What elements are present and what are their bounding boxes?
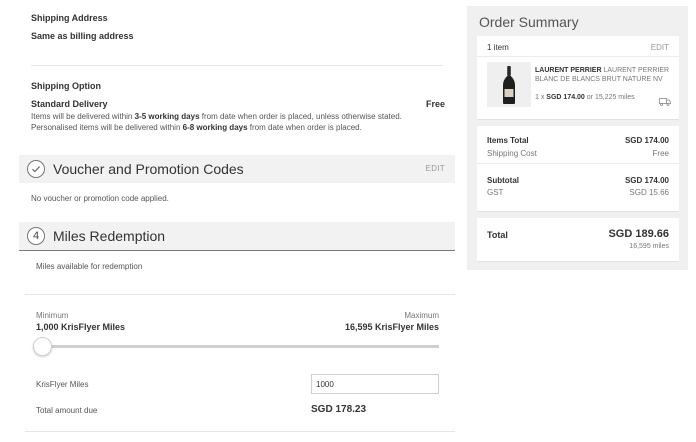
shipping-address-value: Same as billing address	[31, 31, 134, 41]
miles-available-label: Miles available for redemption	[36, 262, 143, 271]
shipping-price: Free	[425, 99, 445, 109]
step-number-badge: 4	[27, 227, 45, 245]
truck-icon	[659, 93, 671, 111]
slider-max-value: 16,595 KrisFlyer Miles	[344, 322, 439, 332]
voucher-status: No voucher or promotion code applied.	[31, 194, 169, 203]
slider-min-label: Minimum	[36, 311, 69, 320]
krisflyer-miles-input[interactable]	[311, 374, 439, 394]
total-value: SGD 189.66	[608, 228, 669, 240]
items-total-label: Items Total	[487, 136, 529, 145]
wine-bottle-icon	[503, 65, 515, 104]
product-name[interactable]: LAURENT PERRIER LAURENT PERRIER BLANC DE…	[535, 66, 675, 84]
cost-breakdown-card: Items Total SGD 174.00 Shipping Cost Fre…	[477, 126, 679, 212]
voucher-section-header: Voucher and Promotion Codes EDIT	[19, 155, 455, 183]
cart-items-card: 1 item EDIT LAURENT PERRIER LAURENT PERR…	[477, 36, 679, 120]
subtotal-label: Subtotal	[487, 176, 519, 185]
voucher-edit-link[interactable]: EDIT	[426, 164, 445, 173]
shipping-address-title: Shipping Address	[31, 13, 108, 23]
item-count: 1 item	[487, 43, 509, 52]
slider-max-label: Maximum	[404, 311, 439, 320]
gst-value: SGD 15.66	[629, 188, 669, 197]
miles-section-title: Miles Redemption	[53, 228, 166, 244]
shipping-cost-value: Free	[652, 149, 669, 158]
delivery-note-standard: Items will be delivered within 3-5 worki…	[31, 112, 402, 121]
cart-edit-link[interactable]: EDIT	[651, 43, 669, 52]
delivery-note-personalised: Personalised items will be delivered wit…	[31, 123, 362, 132]
divider	[25, 431, 455, 432]
voucher-section-title: Voucher and Promotion Codes	[53, 161, 244, 177]
check-circle-icon	[27, 160, 45, 178]
divider	[477, 56, 679, 57]
miles-section-header: 4 Miles Redemption	[19, 222, 455, 251]
divider	[477, 163, 679, 164]
shipping-cost-label: Shipping Cost	[487, 149, 537, 158]
subtotal-value: SGD 174.00	[624, 176, 669, 185]
product-image[interactable]	[487, 62, 531, 107]
total-due-value: SGD 178.23	[311, 404, 367, 415]
miles-slider-track[interactable]	[41, 345, 439, 348]
order-summary-title: Order Summary	[479, 14, 579, 30]
divider	[31, 65, 443, 66]
miles-slider-handle[interactable]	[32, 337, 52, 356]
product-price: 1 x SGD 174.00 or 15,225 miles	[535, 94, 635, 101]
gst-label: GST	[487, 188, 504, 197]
shipping-method: Standard Delivery	[31, 99, 108, 109]
total-due-label: Total amount due	[36, 406, 98, 415]
divider	[25, 294, 455, 295]
order-summary-panel: Order Summary 1 item EDIT LAURENT PERRIE…	[467, 6, 688, 270]
order-total-card: Total SGD 189.66 16,595 miles	[477, 218, 679, 262]
items-total-value: SGD 174.00	[624, 136, 669, 145]
krisflyer-miles-label: KrisFlyer Miles	[36, 380, 89, 389]
slider-min-value: 1,000 KrisFlyer Miles	[36, 322, 126, 332]
shipping-option-title: Shipping Option	[31, 81, 101, 91]
total-label: Total	[487, 230, 508, 240]
total-miles: 16,595 miles	[629, 243, 669, 250]
